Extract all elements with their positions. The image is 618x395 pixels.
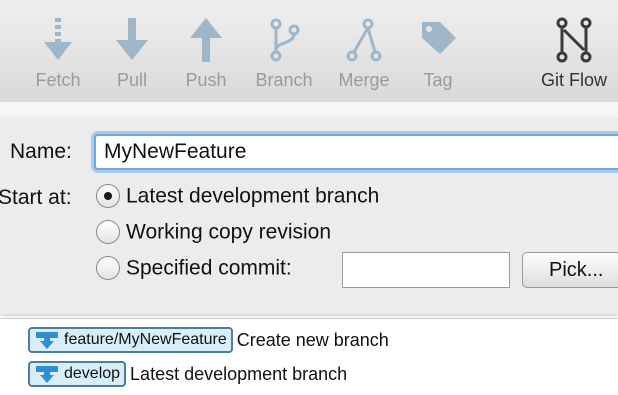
pick-button[interactable]: Pick... (522, 252, 618, 288)
radio-latest-development-label: Latest development branch (126, 184, 380, 208)
specified-commit-input[interactable] (342, 252, 510, 288)
merge-icon (346, 18, 382, 62)
push-icon (190, 18, 222, 62)
toolbar-tag-button[interactable]: Tag (398, 16, 478, 91)
branch-arrow-icon (36, 365, 58, 383)
toolbar-push-label: Push (185, 70, 227, 90)
git-flow-icon (556, 17, 592, 63)
radio-specified-commit-label: Specified commit: (126, 256, 292, 280)
toolbar-branch-label: Branch (255, 70, 313, 90)
info-row-develop-desc: Latest development branch (130, 363, 348, 384)
toolbar-fetch-label: Fetch (35, 70, 81, 90)
toolbar-merge-label: Merge (338, 70, 390, 90)
branch-tag-feature-label: feature/MyNewFeature (64, 331, 227, 348)
radio-button[interactable] (96, 256, 120, 281)
toolbar-push-button[interactable]: Push (166, 16, 246, 91)
branch-tag-develop-label: develop (64, 365, 121, 382)
info-row-develop: develop Latest development branch (28, 361, 347, 389)
branch-info-strip: feature/MyNewFeature Create new branch d… (0, 318, 618, 395)
toolbar: e Fetch Pull Push Branch (0, 0, 618, 103)
info-row-feature-desc: Create new branch (236, 329, 389, 350)
toolbar-pull-label: Pull (116, 70, 147, 90)
toolbar-tag-label: Tag (423, 70, 453, 90)
toolbar-branch-button[interactable]: Branch (244, 16, 324, 91)
radio-specified-commit[interactable]: Specified commit: (96, 256, 292, 281)
feature-name-input[interactable] (94, 134, 618, 170)
branch-icon (270, 18, 300, 62)
radio-button-selected[interactable] (96, 184, 120, 209)
radio-working-copy-label: Working copy revision (126, 220, 332, 244)
toolbar-fetch-button[interactable]: Fetch (18, 16, 98, 91)
radio-latest-development[interactable]: Latest development branch (96, 184, 380, 209)
branch-tag-feature: feature/MyNewFeature (28, 327, 233, 353)
radio-button[interactable] (96, 220, 120, 245)
start-at-label: Start at: (0, 186, 72, 209)
name-label: Name: (10, 140, 72, 163)
toolbar-pull-button[interactable]: Pull (92, 16, 172, 91)
toolbar-git-flow-label: Git Flow (540, 70, 607, 90)
radio-working-copy[interactable]: Working copy revision (96, 220, 332, 245)
fetch-icon (44, 18, 72, 60)
toolbar-merge-button[interactable]: Merge (324, 16, 404, 91)
branch-tag-develop: develop (28, 361, 127, 387)
commit-icon (0, 16, 4, 64)
tag-icon (422, 22, 456, 54)
branch-arrow-icon (36, 331, 58, 349)
toolbar-git-flow-button[interactable]: Git Flow (534, 16, 614, 91)
git-flow-feature-sheet: Name: Start at: Latest development branc… (0, 118, 618, 314)
pull-icon (116, 18, 148, 60)
info-row-feature: feature/MyNewFeature Create new branch (28, 327, 389, 355)
